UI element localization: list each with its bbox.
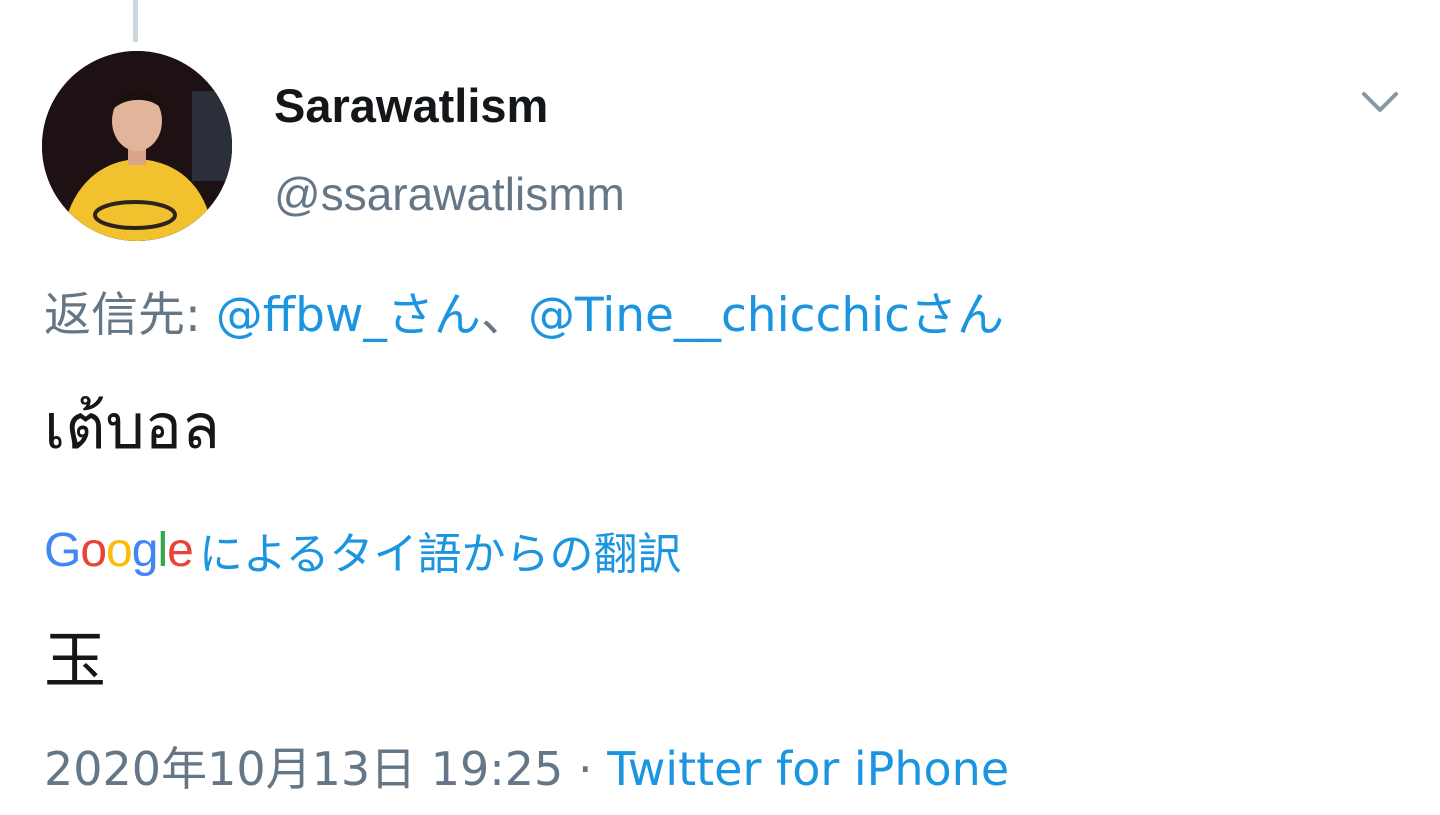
reply-user-link[interactable]: @ffbw_さん	[216, 288, 481, 343]
tweet-meta: 2020年10月13日 19:25 · Twitter for iPhone	[44, 740, 1009, 798]
tweet-text: เต้บอล	[44, 390, 221, 463]
reply-user-link[interactable]: @Tine__chicchicさん	[528, 288, 1004, 343]
avatar[interactable]	[42, 51, 232, 241]
timestamp[interactable]: 2020年10月13日 19:25	[44, 742, 563, 796]
source-link[interactable]: Twitter for iPhone	[607, 742, 1009, 796]
translated-text: 玉	[44, 624, 107, 697]
translation-attribution[interactable]: Google によるタイ語からの翻訳	[44, 520, 682, 581]
user-handle[interactable]: @ssarawatlismm	[274, 166, 625, 222]
google-logo: Google	[44, 523, 194, 577]
translation-label: によるタイ語からの翻訳	[198, 529, 682, 580]
chevron-down-icon[interactable]	[1360, 86, 1400, 120]
reply-to-line: 返信先: @ffbw_さん、@Tine__chicchicさん	[44, 287, 1004, 345]
reply-separator: 、	[480, 288, 528, 343]
reply-to-prefix: 返信先:	[44, 288, 216, 343]
meta-separator: ·	[563, 742, 608, 796]
thread-connector-line	[133, 0, 138, 42]
avatar-image	[42, 51, 232, 241]
display-name[interactable]: Sarawatlism	[274, 78, 548, 134]
